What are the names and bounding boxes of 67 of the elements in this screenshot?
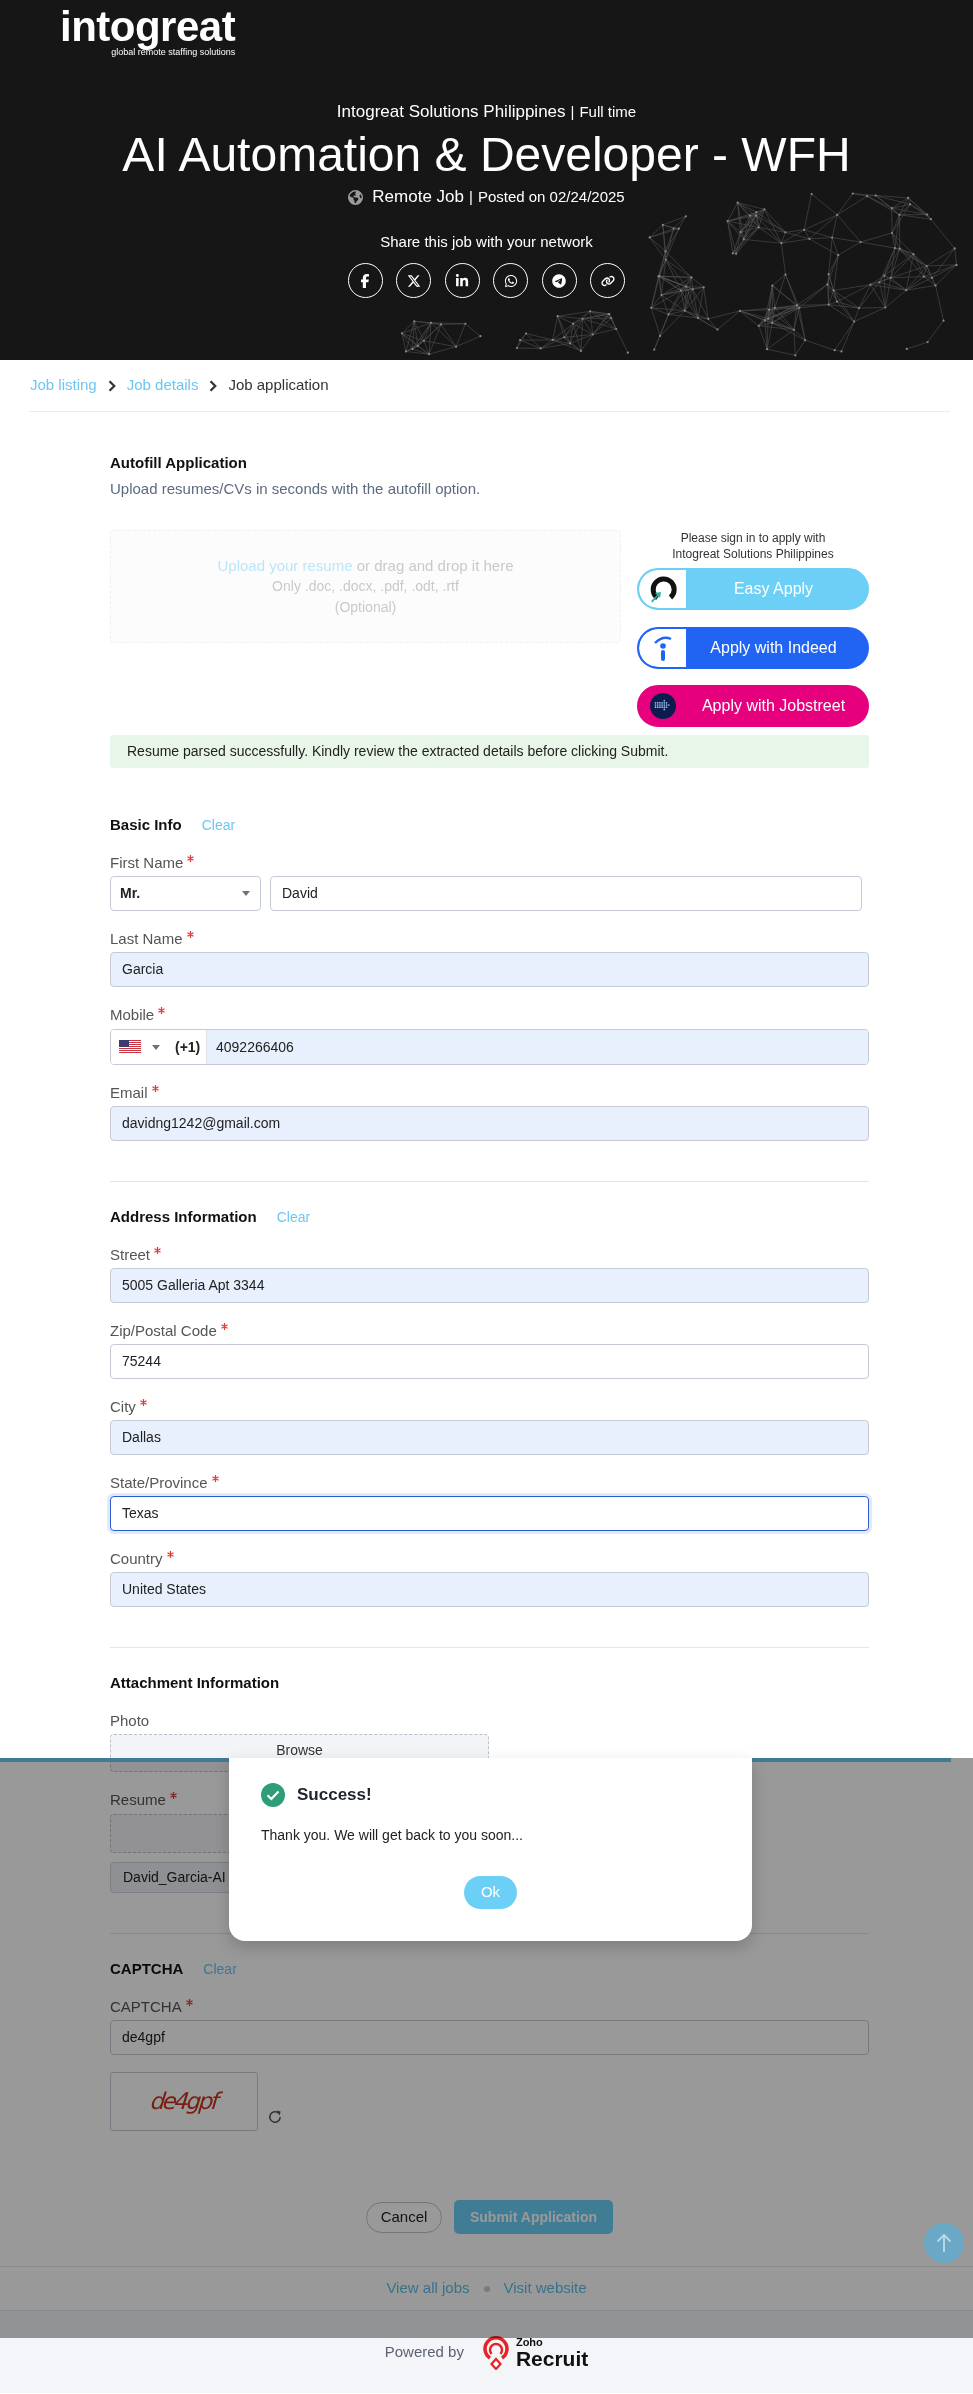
section-heading: Autofill Application xyxy=(110,452,247,473)
field-label: Photo xyxy=(110,1712,150,1730)
text-field[interactable]: Dallas xyxy=(110,1420,869,1455)
logo-wordmark: intogreat xyxy=(60,6,236,48)
section-subtitle: Upload resumes/CVs in seconds with the autofill option. xyxy=(110,478,481,499)
dialog-message: Thank you. We will get back to you soon... xyxy=(261,1826,524,1844)
salutation-select[interactable]: Mr. xyxy=(110,876,261,911)
section-heading: Attachment Information xyxy=(110,1672,280,1693)
sign-in-note: Please sign in to apply with Intogreat Solutions Philippines xyxy=(671,530,835,562)
cancel-button[interactable]: Cancel xyxy=(366,2201,442,2233)
apply-button[interactable]: Apply with Indeed xyxy=(637,626,869,669)
chevron-right-icon xyxy=(107,379,116,392)
field-label: City xyxy=(110,1398,136,1416)
dialog-title: Success! xyxy=(297,1784,372,1807)
breadcrumb-current: Job application xyxy=(228,375,329,396)
field-label: Country xyxy=(110,1550,163,1568)
section-heading: CAPTCHA xyxy=(110,1958,184,1979)
refresh-icon[interactable] xyxy=(268,2110,282,2124)
section-heading: Address Information xyxy=(110,1206,257,1227)
share-label: Share this job with your network xyxy=(380,231,593,252)
caret-icon xyxy=(152,1044,160,1050)
job-location: Remote Job xyxy=(372,186,464,209)
telegram-icon xyxy=(552,273,567,288)
field-label: Zip/Postal Code xyxy=(110,1322,217,1340)
caret-icon xyxy=(242,891,250,896)
globe-icon xyxy=(348,189,364,205)
separator: | xyxy=(469,186,473,207)
text-field[interactable]: David xyxy=(270,876,862,911)
linkedin-icon xyxy=(455,273,470,288)
brand-small-text: Zoho xyxy=(515,2336,544,2348)
ring-arrow-icon xyxy=(648,575,677,603)
arrow-up-icon xyxy=(936,2233,952,2253)
whatsapp-icon xyxy=(503,273,518,288)
x-logo-icon xyxy=(406,273,421,288)
job-title: AI Automation & Developer - WFH xyxy=(122,127,851,183)
text-field[interactable]: Texas xyxy=(110,1496,869,1531)
text-field[interactable]: 75244 xyxy=(110,1344,869,1379)
brand-text: Recruit xyxy=(515,2348,589,2369)
country-code-select[interactable]: (+1) xyxy=(111,1030,207,1064)
letter-i-icon xyxy=(652,634,673,661)
apply-button[interactable]: Apply with Jobstreet xyxy=(637,685,869,727)
field-label: State/Province xyxy=(110,1474,208,1492)
field-label: Email xyxy=(110,1084,148,1102)
flag-icon xyxy=(119,1040,141,1054)
posted-date: Posted on 02/24/2025 xyxy=(477,186,625,207)
field-label: Last Name xyxy=(110,930,183,948)
field-label: Resume xyxy=(110,1791,166,1809)
field-label: CAPTCHA xyxy=(110,1998,182,2016)
text-field[interactable]: United States xyxy=(110,1572,869,1607)
text-field[interactable]: 5005 Galleria Apt 3344 xyxy=(110,1268,869,1303)
text-field[interactable]: de4gpf xyxy=(110,2020,869,2055)
powered-by-text: Powered by xyxy=(384,2342,464,2363)
company-name: Intogreat Solutions Philippines xyxy=(336,101,566,123)
section-heading: Basic Info xyxy=(110,814,182,835)
check-circle-icon xyxy=(261,1783,285,1807)
separator: | xyxy=(570,102,575,122)
success-banner: Resume parsed successfully. Kindly review the extracted details before clicking Submit. xyxy=(110,735,869,768)
field-label: First Name xyxy=(110,854,184,872)
link-icon xyxy=(600,273,615,288)
chevron-right-icon xyxy=(209,379,218,392)
text-field[interactable]: davidng1242@gmail.com xyxy=(110,1106,869,1141)
text-field[interactable]: Garcia xyxy=(110,952,869,987)
field-label: Mobile xyxy=(110,1006,155,1024)
pin-logo-icon xyxy=(480,2335,511,2370)
phone-input[interactable]: 4092266406 xyxy=(207,1030,868,1064)
employment-type: Full time xyxy=(579,102,637,122)
field-label: Street xyxy=(110,1246,151,1264)
